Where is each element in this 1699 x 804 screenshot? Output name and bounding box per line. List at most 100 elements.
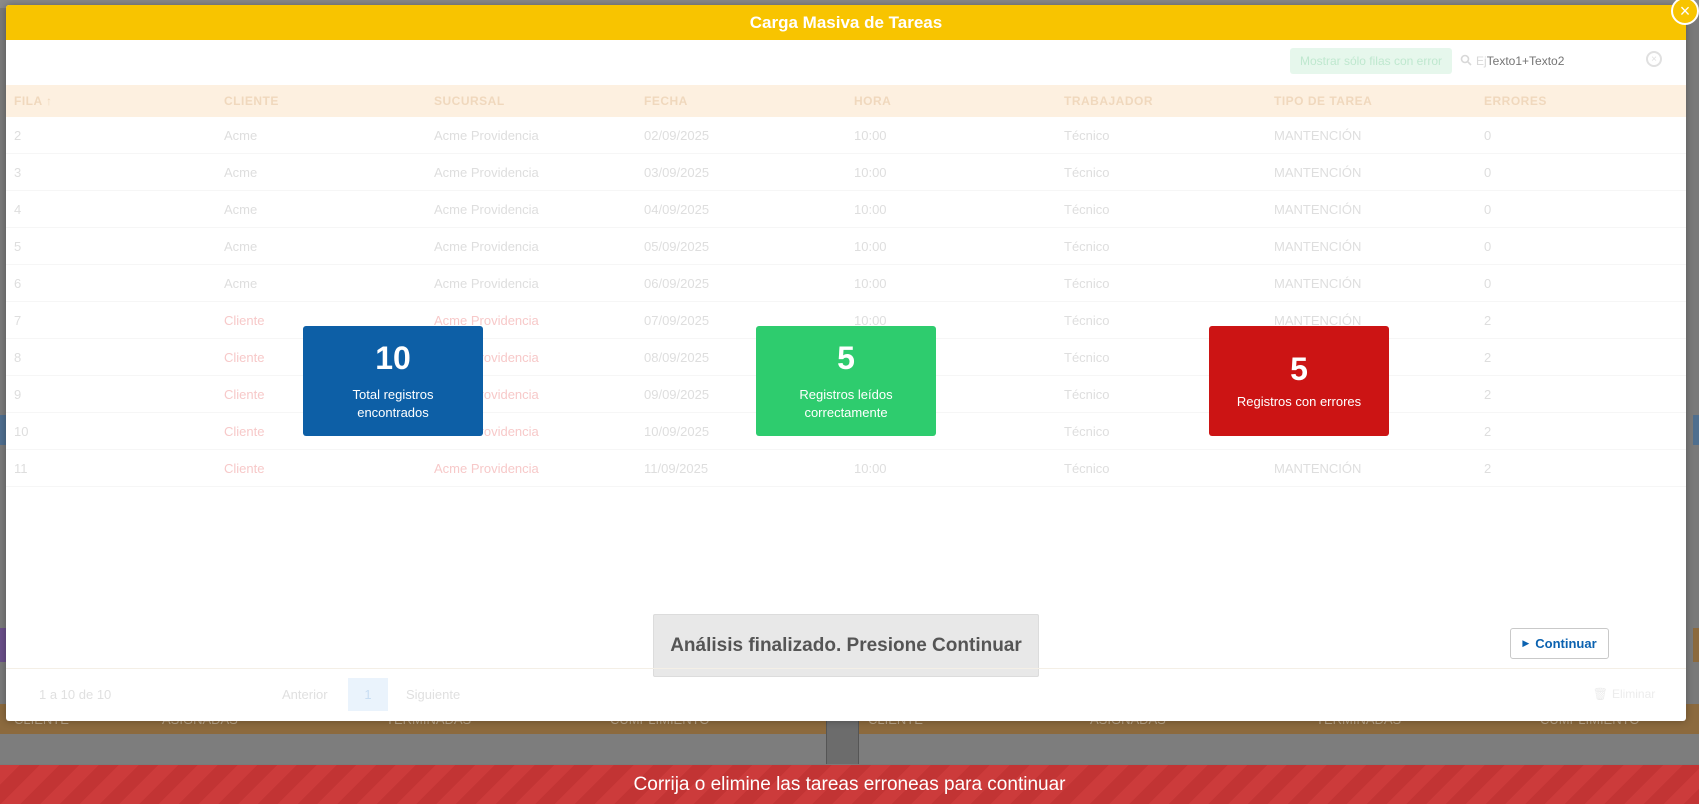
cell-sucursal: Acme Providencia bbox=[434, 460, 539, 476]
cell-sucursal: Acme Providencia bbox=[434, 275, 539, 291]
cell-fecha: 06/09/2025 bbox=[644, 275, 710, 291]
cell-tipo: MANTENCIÓN bbox=[1274, 238, 1362, 254]
search-prefix: Ej bbox=[1476, 54, 1487, 68]
cell-cliente: Acme bbox=[224, 238, 258, 254]
cell-errores: 2 bbox=[1484, 349, 1492, 365]
cell-errores: 0 bbox=[1484, 238, 1492, 254]
cell-trabajador: Técnico bbox=[1064, 275, 1110, 291]
cell-errores: 2 bbox=[1484, 312, 1492, 328]
cell-sucursal: Acme Providencia bbox=[434, 127, 539, 143]
table-row[interactable]: 3 Acme Acme Providencia 03/09/2025 10:00… bbox=[6, 154, 1686, 191]
cell-hora: 10:00 bbox=[854, 275, 887, 291]
valid-records-value: 5 bbox=[837, 339, 855, 376]
cell-errores: 2 bbox=[1484, 460, 1492, 476]
table-row[interactable]: 6 Acme Acme Providencia 06/09/2025 10:00… bbox=[6, 265, 1686, 302]
cell-cliente: Acme bbox=[224, 201, 258, 217]
search-box[interactable]: Ej bbox=[1460, 48, 1650, 74]
cell-tipo: MANTENCIÓN bbox=[1274, 275, 1362, 291]
valid-records-label: Registros leídos correctamente bbox=[799, 387, 893, 420]
cell-errores: 0 bbox=[1484, 164, 1492, 180]
cell-fila: 11 bbox=[14, 460, 28, 476]
cell-fila: 7 bbox=[14, 312, 22, 328]
cell-fila: 3 bbox=[14, 164, 22, 180]
total-records-value: 10 bbox=[375, 339, 411, 376]
cell-sucursal: Acme Providencia bbox=[434, 201, 539, 217]
background-divider bbox=[826, 720, 859, 764]
error-records-card: 5 Registros con errores bbox=[1209, 326, 1389, 436]
cell-fecha: 02/09/2025 bbox=[644, 127, 710, 143]
cell-trabajador: Técnico bbox=[1064, 164, 1110, 180]
error-records-label: Registros con errores bbox=[1236, 393, 1362, 409]
background-side-tab-right-2 bbox=[1693, 628, 1699, 662]
cell-fila: 8 bbox=[14, 349, 22, 365]
cell-hora: 10:00 bbox=[854, 238, 887, 254]
cell-hora: 10:00 bbox=[854, 201, 887, 217]
cell-errores: 2 bbox=[1484, 386, 1492, 402]
cell-trabajador: Técnico bbox=[1064, 460, 1110, 476]
cell-cliente: Acme bbox=[224, 164, 258, 180]
table-toolbar: Mostrar sólo filas con error Ej × bbox=[6, 40, 1686, 85]
cell-sucursal: Acme Providencia bbox=[434, 164, 539, 180]
table-row[interactable]: 4 Acme Acme Providencia 04/09/2025 10:00… bbox=[6, 191, 1686, 228]
cell-hora: 10:00 bbox=[854, 164, 887, 180]
column-header-cliente[interactable]: CLIENTE bbox=[216, 94, 426, 108]
cell-cliente: Cliente bbox=[224, 460, 265, 476]
valid-records-card: 5 Registros leídos correctamente bbox=[756, 326, 936, 436]
column-header-tipo-tarea[interactable]: TIPO DE TAREA bbox=[1266, 94, 1476, 108]
pagination-page-1[interactable]: 1 bbox=[348, 678, 388, 711]
column-header-fecha[interactable]: FECHA bbox=[636, 94, 846, 108]
column-header-fila[interactable]: FILA ↑ bbox=[6, 94, 216, 108]
cell-trabajador: Técnico bbox=[1064, 127, 1110, 143]
column-header-hora[interactable]: HORA bbox=[846, 94, 1056, 108]
delete-button-label: Eliminar bbox=[1611, 687, 1656, 701]
search-icon bbox=[1460, 54, 1472, 69]
background-side-tab-right bbox=[1693, 415, 1699, 445]
continue-button[interactable]: ▶ Continuar bbox=[1510, 628, 1609, 659]
cell-cliente: Acme bbox=[224, 275, 258, 291]
cell-fila: 4 bbox=[14, 201, 22, 217]
cell-fecha: 03/09/2025 bbox=[644, 164, 710, 180]
column-header-trabajador[interactable]: TRABAJADOR bbox=[1056, 94, 1266, 108]
error-records-value: 5 bbox=[1290, 350, 1308, 387]
total-records-card: 10 Total registros encontrados bbox=[303, 326, 483, 436]
cell-errores: 0 bbox=[1484, 127, 1492, 143]
cell-hora: 10:00 bbox=[854, 127, 887, 143]
cell-fila: 9 bbox=[14, 386, 22, 402]
modal-title: Carga Masiva de Tareas bbox=[749, 12, 943, 32]
show-errors-only-button[interactable]: Mostrar sólo filas con error bbox=[1289, 48, 1452, 74]
cell-fila: 6 bbox=[14, 275, 22, 291]
cell-errores: 2 bbox=[1484, 423, 1492, 439]
continue-button-label: Continuar bbox=[1535, 636, 1597, 651]
table-row[interactable]: 5 Acme Acme Providencia 05/09/2025 10:00… bbox=[6, 228, 1686, 265]
cell-fecha: 05/09/2025 bbox=[644, 238, 710, 254]
total-records-label: Total registros encontrados bbox=[352, 387, 434, 420]
column-header-sucursal[interactable]: SUCURSAL bbox=[426, 94, 636, 108]
error-banner: Corrija o elimine las tareas erroneas pa… bbox=[0, 765, 1699, 804]
cell-errores: 0 bbox=[1484, 275, 1492, 291]
caret-right-icon: ▶ bbox=[1522, 638, 1530, 648]
column-header-errores[interactable]: ERRORES bbox=[1476, 94, 1686, 108]
cell-errores: 0 bbox=[1484, 201, 1492, 217]
cell-fecha: 04/09/2025 bbox=[644, 201, 710, 217]
cell-tipo: MANTENCIÓN bbox=[1274, 460, 1362, 476]
cell-trabajador: Técnico bbox=[1064, 201, 1110, 217]
pagination-next[interactable]: Siguiente bbox=[406, 687, 460, 702]
cell-fila: 2 bbox=[14, 127, 22, 143]
cell-trabajador: Técnico bbox=[1064, 238, 1110, 254]
table-row[interactable]: 2 Acme Acme Providencia 02/09/2025 10:00… bbox=[6, 117, 1686, 154]
modal-header: Carga Masiva de Tareas bbox=[6, 5, 1686, 40]
cell-fecha: 11/09/2025 bbox=[644, 460, 709, 476]
cell-hora: 10:00 bbox=[854, 460, 887, 476]
search-input[interactable] bbox=[1486, 54, 1637, 68]
pagination-range: 1 a 10 de 10 bbox=[39, 687, 112, 702]
clear-search-icon[interactable]: × bbox=[1646, 51, 1662, 67]
table-row[interactable]: 11 Cliente Acme Providencia 11/09/2025 1… bbox=[6, 450, 1686, 487]
cell-cliente: Acme bbox=[224, 127, 258, 143]
table-footer: 1 a 10 de 10 Anterior 1 Siguiente 🗑 Elim… bbox=[6, 668, 1686, 721]
cell-tipo: MANTENCIÓN bbox=[1274, 164, 1362, 180]
pagination-prev[interactable]: Anterior bbox=[282, 687, 328, 702]
cell-sucursal: Acme Providencia bbox=[434, 238, 539, 254]
cell-fila: 10 bbox=[14, 423, 29, 439]
delete-button[interactable]: 🗑 Eliminar bbox=[1584, 679, 1664, 709]
trash-icon: 🗑 bbox=[1592, 687, 1608, 701]
